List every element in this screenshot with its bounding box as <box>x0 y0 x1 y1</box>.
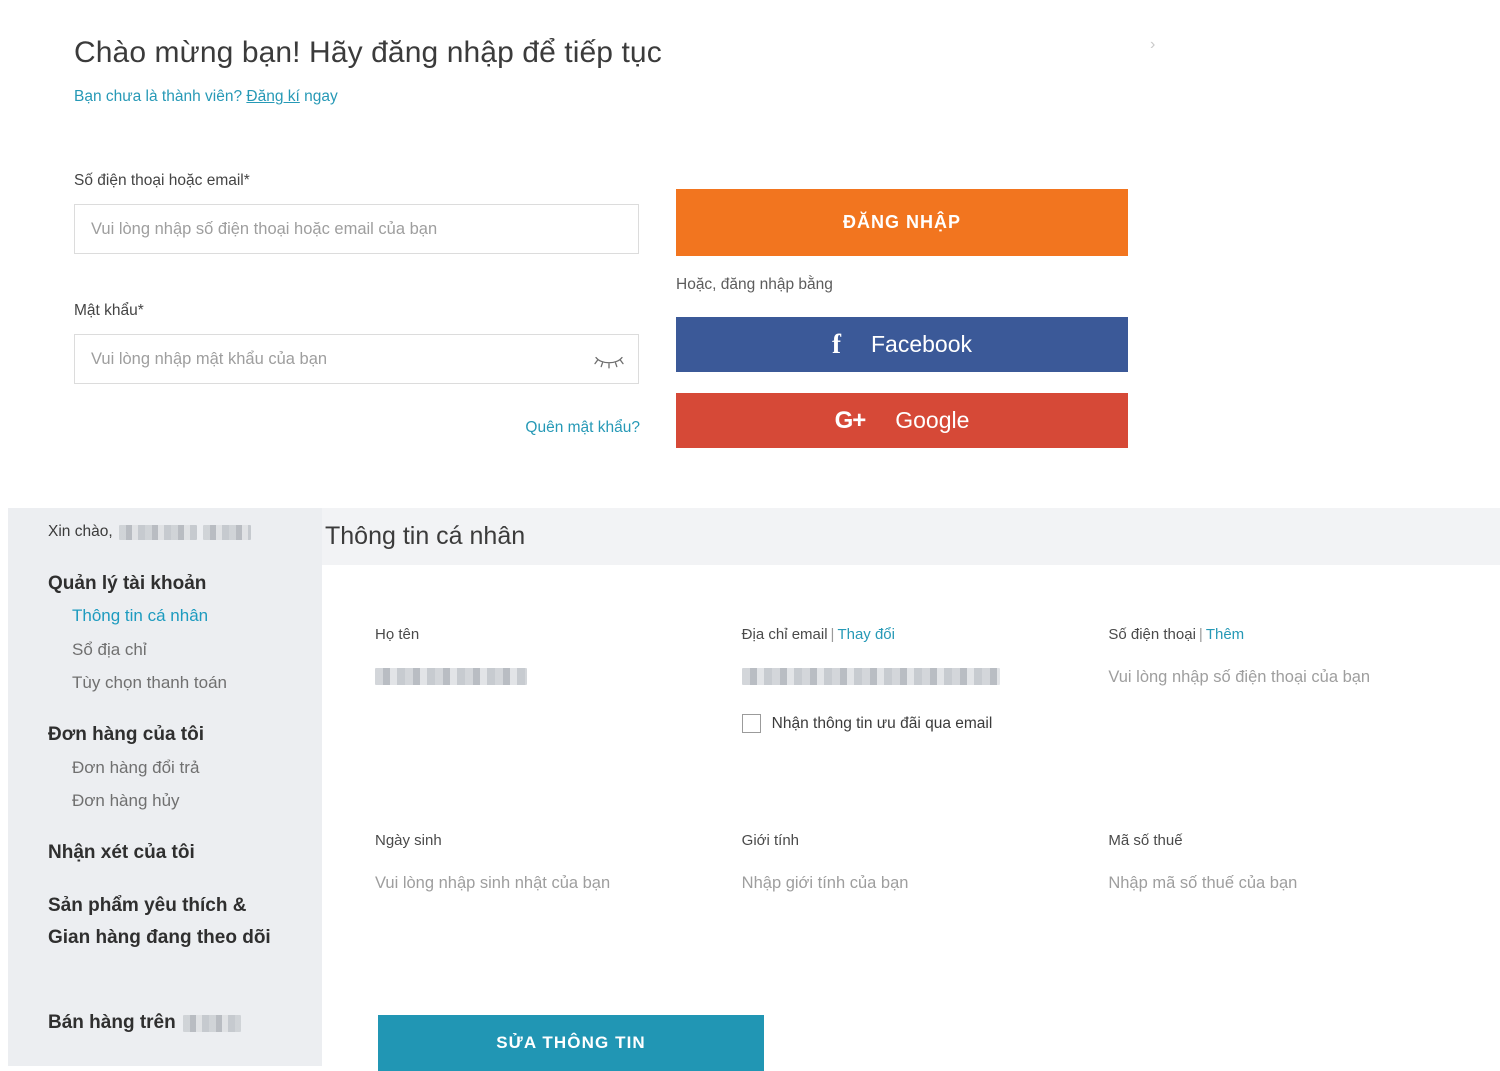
fullname-label: Họ tên <box>375 626 420 643</box>
account-sidebar: Xin chào, Quản lý tài khoản Thông tin cá… <box>8 508 322 1066</box>
personal-info-grid: Họ tên Địa chỉ email | Thay đổi Nhận thô… <box>375 626 1475 894</box>
social-login-hint: Hoặc, đăng nhập bằng <box>676 276 833 293</box>
fullname-value <box>375 668 742 690</box>
signup-prompt-text: Bạn chưa là thành viên? <box>74 88 247 105</box>
email-label-text: Địa chỉ email <box>741 626 828 643</box>
sidebar-item-payment-options[interactable]: Tùy chọn thanh toán <box>72 673 227 693</box>
signup-prompt-suffix: ngay <box>299 88 338 105</box>
field-fullname: Họ tên <box>375 626 742 733</box>
field-taxcode: Mã số thuế Nhập mã số thuế của bạn <box>1108 832 1475 894</box>
sidebar-item-cancelled-orders[interactable]: Đơn hàng hủy <box>72 791 180 811</box>
login-submit-button[interactable]: ĐĂNG NHẬP <box>676 189 1128 256</box>
birthday-value[interactable]: Vui lòng nhập sinh nhật của bạn <box>375 874 742 894</box>
newsletter-row[interactable]: Nhận thông tin ưu đãi qua email <box>741 714 1109 733</box>
signup-prompt: Bạn chưa là thành viên? Đăng kí ngay <box>74 88 338 106</box>
email-value <box>741 668 1109 690</box>
info-row: Họ tên Địa chỉ email | Thay đổi Nhận thô… <box>375 626 1475 733</box>
field-email: Địa chỉ email | Thay đổi Nhận thông tin ưu… <box>741 626 1109 733</box>
greeting: Xin chào, <box>48 523 251 541</box>
eye-off-icon[interactable] <box>590 348 628 374</box>
password-input[interactable] <box>74 334 639 384</box>
sidebar-group-account: Quản lý tài khoản <box>48 573 207 594</box>
password-label: Mật khẩu* <box>74 302 144 319</box>
google-login-label: Google <box>895 407 970 433</box>
google-plus-icon: G+ <box>834 406 867 434</box>
sidebar-group-orders: Đơn hàng của tôi <box>48 724 205 745</box>
sidebar-item-return-orders[interactable]: Đơn hàng đổi trả <box>72 758 199 778</box>
facebook-icon: f <box>831 329 841 359</box>
gender-label: Giới tính <box>741 832 800 849</box>
taxcode-value[interactable]: Nhập mã số thuế của bạn <box>1108 874 1475 894</box>
facebook-login-label: Facebook <box>870 331 972 357</box>
page-title: Chào mừng bạn! Hãy đăng nhập để tiếp tục <box>74 36 662 69</box>
gender-value[interactable]: Nhập giới tính của bạn <box>742 874 1109 894</box>
edit-info-button[interactable]: SỬA THÔNG TIN <box>378 1015 764 1071</box>
phone-value[interactable]: Vui lòng nhập số điện thoại của bạn <box>1108 668 1475 688</box>
google-login-button[interactable]: G+ Google <box>676 393 1128 448</box>
panel-header: Thông tin cá nhân <box>322 508 1500 565</box>
email-label: Địa chỉ email | Thay đổi <box>742 626 1109 643</box>
panel-title: Thông tin cá nhân <box>325 522 526 550</box>
greeting-text: Xin chào, <box>48 523 113 540</box>
sidebar-item-sell-on-platform[interactable]: Bán hàng trên <box>48 1012 241 1034</box>
greeting-name-redacted-2 <box>202 524 251 540</box>
username-input[interactable] <box>74 204 639 254</box>
sidebar-item-favourites-following[interactable]: Sản phẩm yêu thích & Gian hàng đang theo… <box>48 890 288 955</box>
sidebar-item-address-book[interactable]: Sổ địa chỉ <box>72 640 147 660</box>
phone-label-separator: | <box>1198 626 1203 643</box>
sidebar-item-my-reviews[interactable]: Nhận xét của tôi <box>48 841 195 865</box>
forgot-password-link[interactable]: Quên mật khẩu? <box>510 419 640 437</box>
fullname-redacted <box>375 668 527 685</box>
panel-body: Họ tên Địa chỉ email | Thay đổi Nhận thô… <box>325 569 1500 1071</box>
field-gender: Giới tính Nhập giới tính của bạn <box>742 832 1109 894</box>
greeting-name-redacted <box>118 524 197 540</box>
email-redacted <box>741 668 1000 685</box>
phone-label-text: Số điện thoại <box>1108 626 1196 643</box>
birthday-label: Ngày sinh <box>375 832 442 849</box>
facebook-login-button[interactable]: f Facebook <box>676 317 1128 372</box>
phone-add-link[interactable]: Thêm <box>1206 626 1244 643</box>
login-section: Chào mừng bạn! Hãy đăng nhập để tiếp tục… <box>0 0 1500 508</box>
username-label: Số điện thoại hoặc email* <box>74 172 250 189</box>
brand-name-redacted <box>182 1014 241 1032</box>
chevron-right-icon[interactable]: › <box>1150 30 1168 60</box>
newsletter-label: Nhận thông tin ưu đãi qua email <box>771 714 993 732</box>
field-birthday: Ngày sinh Vui lòng nhập sinh nhật của bạ… <box>375 832 742 894</box>
account-main: Thông tin cá nhân Họ tên Địa chỉ email | T… <box>322 508 1500 1071</box>
sidebar-item-sell-label: Bán hàng trên <box>48 1012 176 1033</box>
signup-link[interactable]: Đăng kí <box>246 88 299 105</box>
taxcode-label: Mã số thuế <box>1108 832 1183 849</box>
info-row: Ngày sinh Vui lòng nhập sinh nhật của bạ… <box>375 832 1475 894</box>
newsletter-checkbox[interactable] <box>741 714 761 733</box>
account-section: Xin chào, Quản lý tài khoản Thông tin cá… <box>0 508 1500 1071</box>
field-phone: Số điện thoại | Thêm Vui lòng nhập số điện… <box>1108 626 1475 733</box>
email-change-link[interactable]: Thay đổi <box>837 626 895 643</box>
sidebar-item-personal-info[interactable]: Thông tin cá nhân <box>72 606 208 626</box>
phone-label: Số điện thoại | Thêm <box>1108 626 1475 643</box>
email-label-separator: | <box>830 626 835 643</box>
